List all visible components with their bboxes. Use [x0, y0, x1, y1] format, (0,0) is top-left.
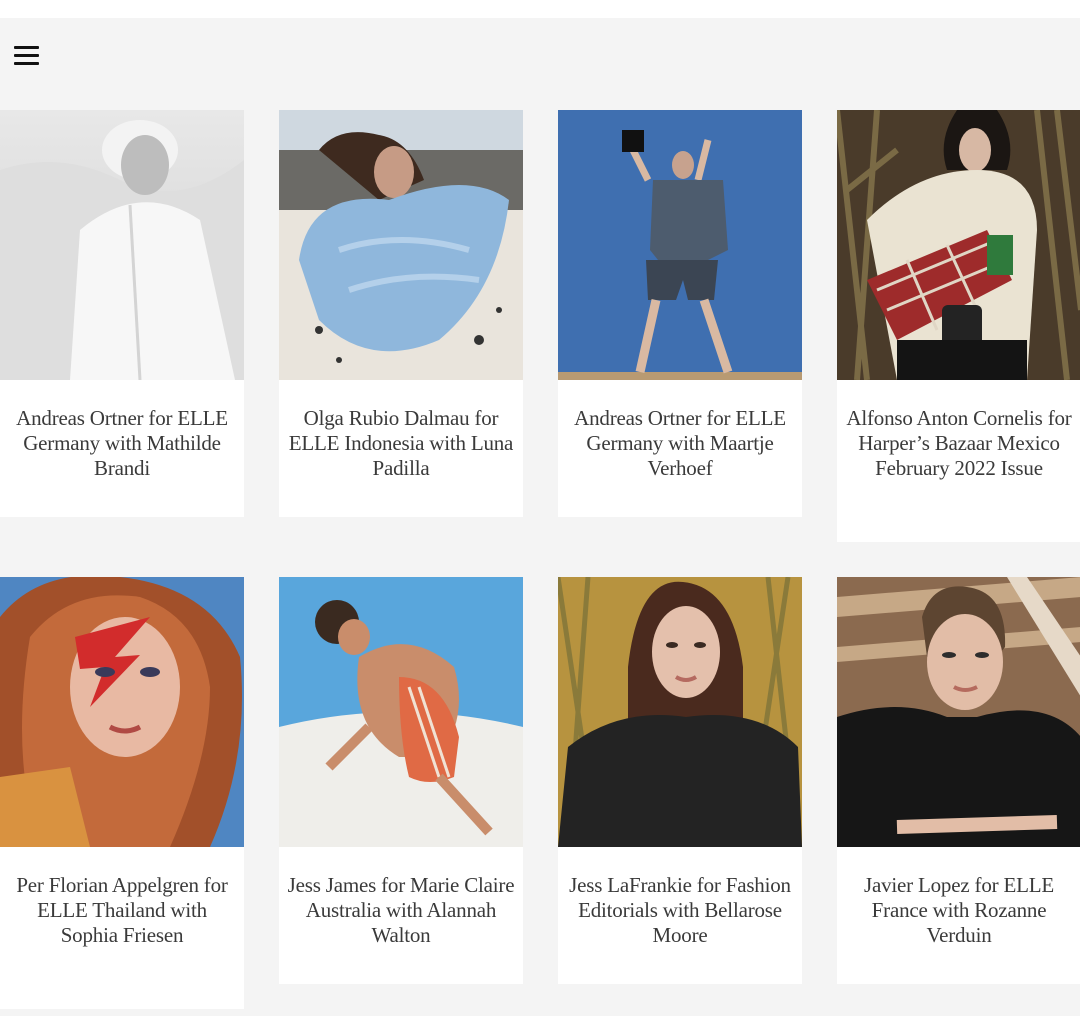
editorial-card[interactable]: Andreas Ortner for ELLE Germany with Maa…	[558, 110, 802, 517]
photo-orange-swimsuit-sand	[279, 577, 523, 847]
editorial-card[interactable]: Javier Lopez for ELLE France with Rozann…	[837, 577, 1080, 984]
editorial-title[interactable]: Jess LaFrankie for Fashion Editorials wi…	[566, 873, 794, 948]
editorial-title[interactable]: Jess James for Marie Claire Australia wi…	[287, 873, 515, 948]
menu-bar	[14, 46, 39, 49]
photo-grey-suit-blue-sky	[558, 110, 802, 380]
editorial-card[interactable]: Andreas Ortner for ELLE Germany with Mat…	[0, 110, 244, 517]
hamburger-menu-icon[interactable]	[12, 42, 42, 70]
top-strip	[0, 0, 1080, 18]
editorial-grid-page: Andreas Ortner for ELLE Germany with Mat…	[0, 18, 1080, 1016]
editorial-title[interactable]: Javier Lopez for ELLE France with Rozann…	[845, 873, 1073, 948]
editorial-title[interactable]: Olga Rubio Dalmau for ELLE Indonesia wit…	[287, 406, 515, 481]
menu-bar	[14, 54, 39, 57]
editorial-card[interactable]: Olga Rubio Dalmau for ELLE Indonesia wit…	[279, 110, 523, 517]
photo-dark-jacket-grass	[558, 577, 802, 847]
editorial-card[interactable]: Jess LaFrankie for Fashion Editorials wi…	[558, 577, 802, 984]
editorial-photo[interactable]	[837, 110, 1080, 380]
editorial-photo[interactable]	[0, 577, 244, 847]
photo-black-blazer-wood-beams	[837, 577, 1080, 847]
photo-blue-feather-jacket	[279, 110, 523, 380]
photo-plaid-bag-cornfield	[837, 110, 1080, 380]
editorial-title[interactable]: Per Florian Appelgren for ELLE Thailand …	[8, 873, 236, 948]
editorial-photo[interactable]	[0, 110, 244, 380]
editorial-photo[interactable]	[837, 577, 1080, 847]
editorial-card[interactable]: Per Florian Appelgren for ELLE Thailand …	[0, 577, 244, 1009]
editorial-title[interactable]: Andreas Ortner for ELLE Germany with Maa…	[566, 406, 794, 481]
editorial-photo[interactable]	[558, 577, 802, 847]
editorial-card[interactable]: Jess James for Marie Claire Australia wi…	[279, 577, 523, 984]
editorial-photo[interactable]	[279, 577, 523, 847]
photo-red-hair-lightning-makeup	[0, 577, 244, 847]
editorial-photo[interactable]	[279, 110, 523, 380]
editorial-photo[interactable]	[558, 110, 802, 380]
editorial-card[interactable]: Alfonso Anton Cornelis for Harper’s Baza…	[837, 110, 1080, 542]
menu-bar	[14, 62, 39, 65]
editorial-title[interactable]: Alfonso Anton Cornelis for Harper’s Baza…	[845, 406, 1073, 481]
editorial-title[interactable]: Andreas Ortner for ELLE Germany with Mat…	[8, 406, 236, 481]
photo-white-shirt-desert	[0, 110, 244, 380]
